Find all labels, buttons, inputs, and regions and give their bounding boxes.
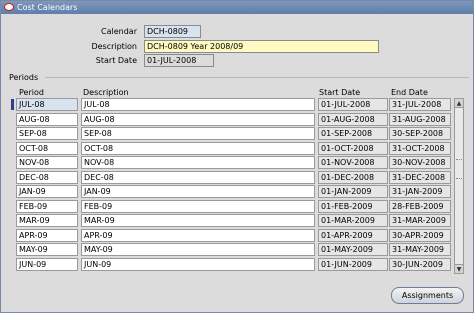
assignments-button-label: Assignments — [401, 291, 454, 300]
description-cell[interactable]: JUL-08 — [81, 98, 315, 111]
description-label: Description — [91, 42, 137, 51]
period-cell[interactable]: AUG-08 — [16, 113, 78, 126]
period-cell[interactable]: APR-09 — [16, 229, 78, 242]
period-cell[interactable]: MAR-09 — [16, 214, 78, 227]
end-date-cell: 31-MAY-2009 — [389, 243, 451, 256]
period-cell[interactable]: NOV-08 — [16, 156, 78, 169]
assignments-button[interactable]: Assignments — [391, 287, 464, 304]
scroll-down-icon[interactable]: ▼ — [455, 264, 463, 273]
start-date-cell: 01-AUG-2008 — [318, 113, 388, 126]
end-date-cell: 28-FEB-2009 — [389, 200, 451, 213]
end-date-cell: 31-OCT-2008 — [389, 142, 451, 155]
current-row-indicator — [11, 99, 14, 110]
start-date-cell: 01-JAN-2009 — [318, 185, 388, 198]
start-date-cell: 01-SEP-2008 — [318, 127, 388, 140]
period-cell[interactable]: JAN-09 — [16, 185, 78, 198]
start-date-cell: 01-DEC-2008 — [318, 171, 388, 184]
end-date-cell: 31-DEC-2008 — [389, 171, 451, 184]
calendar-label: Calendar — [101, 27, 137, 36]
scroll-up-icon[interactable]: ▲ — [455, 99, 463, 108]
description-cell[interactable]: AUG-08 — [81, 113, 315, 126]
oracle-icon — [4, 3, 14, 11]
start-date-cell: 01-MAY-2009 — [318, 243, 388, 256]
cost-calendars-window: Cost Calendars Calendar DCH-0809 Descrip… — [0, 0, 474, 313]
periods-scrollbar[interactable]: ▲ ▼ — [454, 98, 464, 274]
column-header-end-date: End Date — [391, 88, 428, 97]
start-date-cell: 01-OCT-2008 — [318, 142, 388, 155]
column-header-start-date: Start Date — [319, 88, 361, 97]
periods-section-label: Periods — [9, 73, 39, 82]
title-bar: Cost Calendars — [1, 1, 473, 14]
period-cell[interactable]: MAY-09 — [16, 243, 78, 256]
period-cell[interactable]: JUL-08 — [16, 98, 78, 111]
end-date-cell: 30-APR-2009 — [389, 229, 451, 242]
start-date-cell: 01-FEB-2009 — [318, 200, 388, 213]
period-cell[interactable]: OCT-08 — [16, 142, 78, 155]
start-date-cell: 01-JUL-2008 — [318, 98, 388, 111]
period-cell[interactable]: DEC-08 — [16, 171, 78, 184]
start-date-cell: 01-APR-2009 — [318, 229, 388, 242]
start-date-cell: 01-JUN-2009 — [318, 258, 388, 271]
scroll-thumb[interactable] — [456, 159, 462, 179]
description-cell[interactable]: APR-09 — [81, 229, 315, 242]
description-cell[interactable]: JAN-09 — [81, 185, 315, 198]
description-cell[interactable]: DEC-08 — [81, 171, 315, 184]
period-cell[interactable]: JUN-09 — [16, 258, 78, 271]
column-header-description: Description — [83, 88, 129, 97]
description-cell[interactable]: MAY-09 — [81, 243, 315, 256]
period-cell[interactable]: SEP-08 — [16, 127, 78, 140]
description-cell[interactable]: NOV-08 — [81, 156, 315, 169]
end-date-cell: 31-AUG-2008 — [389, 113, 451, 126]
description-cell[interactable]: MAR-09 — [81, 214, 315, 227]
calendar-field[interactable]: DCH-0809 — [144, 25, 201, 38]
start-date-label: Start Date — [95, 56, 137, 65]
end-date-cell: 31-MAR-2009 — [389, 214, 451, 227]
periods-divider — [45, 77, 469, 78]
end-date-cell: 31-JAN-2009 — [389, 185, 451, 198]
description-cell[interactable]: OCT-08 — [81, 142, 315, 155]
period-cell[interactable]: FEB-09 — [16, 200, 78, 213]
column-header-period: Period — [19, 88, 44, 97]
description-cell[interactable]: FEB-09 — [81, 200, 315, 213]
end-date-cell: 30-JUN-2009 — [389, 258, 451, 271]
end-date-cell: 30-SEP-2008 — [389, 127, 451, 140]
description-cell[interactable]: JUN-09 — [81, 258, 315, 271]
end-date-cell: 31-JUL-2008 — [389, 98, 451, 111]
description-field[interactable]: DCH-0809 Year 2008/09 — [144, 40, 379, 53]
start-date-cell: 01-MAR-2009 — [318, 214, 388, 227]
start-date-cell: 01-NOV-2008 — [318, 156, 388, 169]
window-title: Cost Calendars — [17, 3, 78, 12]
start-date-field: 01-JUL-2008 — [144, 54, 214, 67]
description-cell[interactable]: SEP-08 — [81, 127, 315, 140]
end-date-cell: 30-NOV-2008 — [389, 156, 451, 169]
